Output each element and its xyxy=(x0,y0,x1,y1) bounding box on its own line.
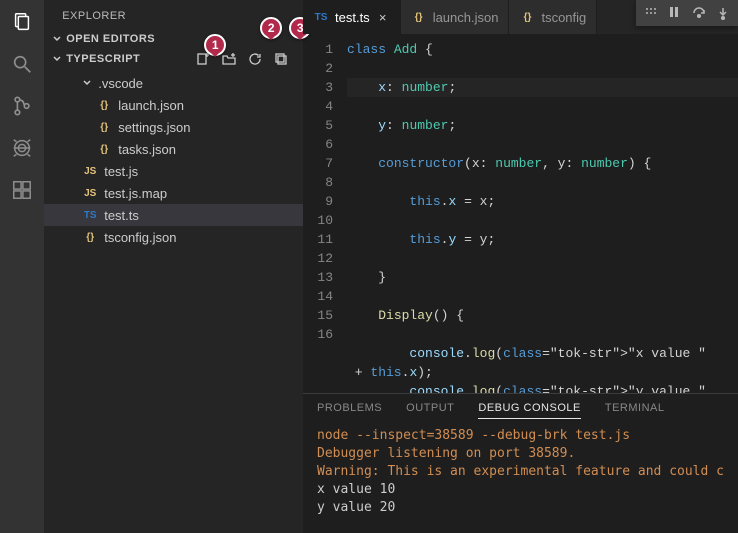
code-editor[interactable]: 12345678910111213141516 class Add { x: n… xyxy=(303,34,738,393)
file-label: launch.json xyxy=(118,98,184,113)
workspace-header[interactable]: TYPESCRIPT xyxy=(44,48,303,70)
file-label: tsconfig.json xyxy=(104,230,176,245)
file-tree: .vscode {} launch.json {} settings.json … xyxy=(44,70,303,248)
folder-label: .vscode xyxy=(98,76,143,91)
new-file-icon[interactable] xyxy=(195,51,211,67)
bottom-panel: PROBLEMS OUTPUT DEBUG CONSOLE TERMINAL n… xyxy=(303,393,738,533)
refresh-icon[interactable] xyxy=(247,51,263,67)
debug-icon[interactable] xyxy=(10,136,34,160)
pause-icon[interactable] xyxy=(668,6,682,20)
code-content[interactable]: class Add { x: number; y: number; constr… xyxy=(347,40,738,393)
file-test-js-map[interactable]: JS test.js.map xyxy=(44,182,303,204)
file-label: test.js.map xyxy=(104,186,167,201)
tab-label: tsconfig xyxy=(541,10,586,25)
file-label: test.js xyxy=(104,164,138,179)
editor-tabs: TS test.ts × {} launch.json {} tsconfig xyxy=(303,0,738,34)
json-icon: {} xyxy=(519,12,535,23)
source-control-icon[interactable] xyxy=(10,94,34,118)
file-launch-json[interactable]: {} launch.json xyxy=(44,94,303,116)
file-tsconfig-json[interactable]: {} tsconfig.json xyxy=(44,226,303,248)
open-editors-header[interactable]: OPEN EDITORS xyxy=(44,30,303,48)
json-icon: {} xyxy=(411,12,427,23)
activity-bar xyxy=(0,0,44,533)
tab-label: test.ts xyxy=(335,10,370,25)
collapse-all-icon[interactable] xyxy=(273,51,289,67)
workspace-actions xyxy=(195,51,295,67)
explorer-sidebar: EXPLORER OPEN EDITORS TYPESCRIPT .vsc xyxy=(44,0,303,533)
panel-tab-terminal[interactable]: TERMINAL xyxy=(605,402,665,419)
file-tasks-json[interactable]: {} tasks.json xyxy=(44,138,303,160)
tab-launch-json[interactable]: {} launch.json xyxy=(401,0,510,34)
tab-label: launch.json xyxy=(433,10,499,25)
tab-test-ts[interactable]: TS test.ts × xyxy=(303,0,401,34)
drag-handle-icon[interactable] xyxy=(644,6,658,20)
explorer-icon[interactable] xyxy=(10,10,34,34)
debug-console-output[interactable]: node --inspect=38589 --debug-brk test.js… xyxy=(303,425,738,519)
file-label: tasks.json xyxy=(118,142,176,157)
editor-area: TS test.ts × {} launch.json {} tsconfig … xyxy=(303,0,738,533)
panel-tab-debug-console[interactable]: DEBUG CONSOLE xyxy=(478,402,580,419)
file-settings-json[interactable]: {} settings.json xyxy=(44,116,303,138)
panel-tabs: PROBLEMS OUTPUT DEBUG CONSOLE TERMINAL xyxy=(303,394,738,425)
open-editors-label: OPEN EDITORS xyxy=(66,33,155,45)
search-icon[interactable] xyxy=(10,52,34,76)
panel-tab-problems[interactable]: PROBLEMS xyxy=(317,402,382,419)
file-label: settings.json xyxy=(118,120,190,135)
workspace-label: TYPESCRIPT xyxy=(66,53,140,65)
new-folder-icon[interactable] xyxy=(221,51,237,67)
tab-tsconfig[interactable]: {} tsconfig xyxy=(509,0,597,34)
step-into-icon[interactable] xyxy=(716,6,730,20)
close-icon[interactable]: × xyxy=(376,10,390,25)
step-over-icon[interactable] xyxy=(692,6,706,20)
line-numbers: 12345678910111213141516 xyxy=(303,40,347,393)
file-label: test.ts xyxy=(104,208,139,223)
file-test-ts[interactable]: TS test.ts xyxy=(44,204,303,226)
ts-icon: TS xyxy=(313,12,329,23)
panel-tab-output[interactable]: OUTPUT xyxy=(406,402,454,419)
folder-vscode[interactable]: .vscode xyxy=(44,72,303,94)
file-test-js[interactable]: JS test.js xyxy=(44,160,303,182)
debug-toolbar[interactable] xyxy=(636,0,738,26)
extensions-icon[interactable] xyxy=(10,178,34,202)
sidebar-title: EXPLORER xyxy=(44,0,303,30)
